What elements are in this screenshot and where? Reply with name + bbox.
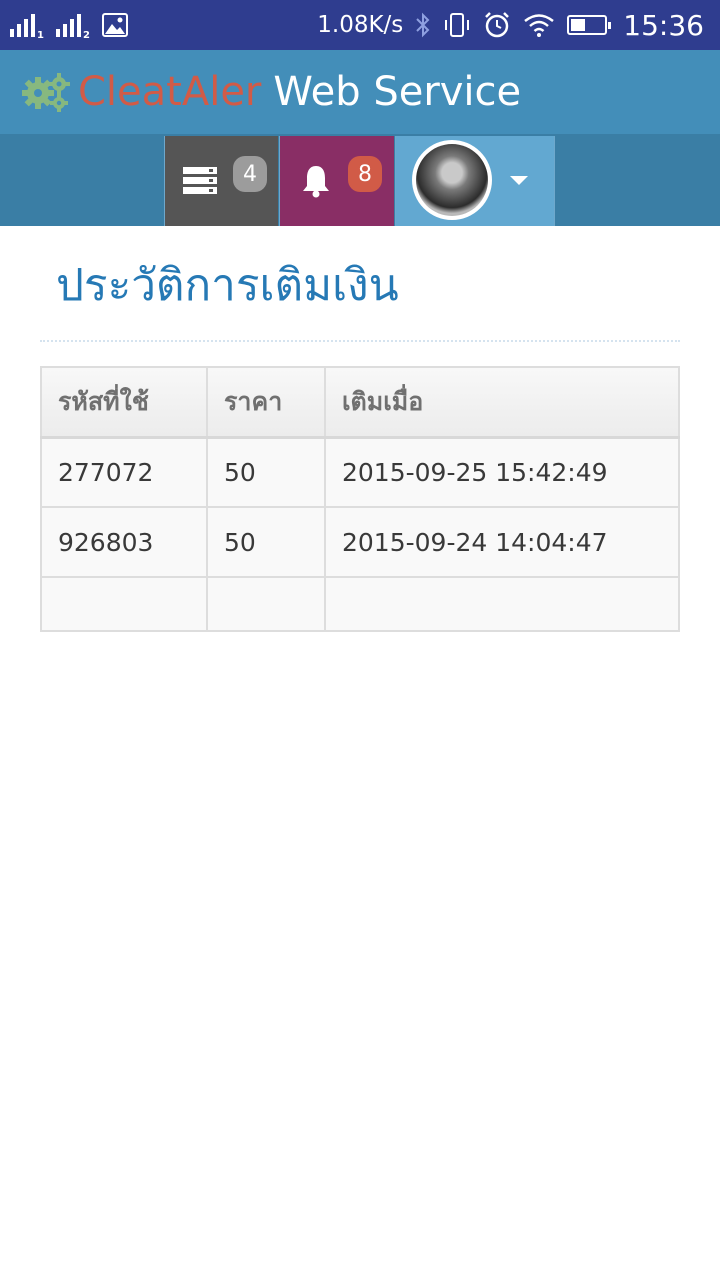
network-speed: 1.08K/s [317, 12, 404, 38]
cell-price: 50 [206, 436, 326, 508]
brand[interactable]: CleatAler Web Service [22, 69, 521, 115]
topup-history-table: รหัสที่ใช้ ราคา เติมเมื่อ 277072 50 2015… [40, 366, 680, 632]
cell-code [40, 576, 208, 632]
column-header-topup-time[interactable]: เติมเมื่อ [324, 366, 680, 439]
tasks-badge: 4 [233, 156, 267, 192]
tasks-button[interactable]: 4 [164, 136, 278, 226]
cell-price: 50 [206, 506, 326, 578]
image-icon [102, 13, 128, 37]
battery-fill [571, 19, 586, 31]
cell-topup-time: 2015-09-25 15:42:49 [324, 436, 680, 508]
table-row: 277072 50 2015-09-25 15:42:49 [40, 436, 680, 508]
navbar: 4 8 [0, 134, 720, 226]
column-header-price[interactable]: ราคา [206, 366, 326, 439]
cell-code: 926803 [40, 506, 208, 578]
signal-icon: 2 [56, 13, 90, 41]
gears-icon [22, 73, 70, 112]
signal-icon: 1 [10, 13, 44, 41]
cell-topup-time [324, 576, 680, 632]
cell-topup-time: 2015-09-24 14:04:47 [324, 506, 680, 578]
status-bar: 1 2 1.08K/s 15:36 [0, 0, 720, 50]
alarm-icon [485, 12, 510, 38]
brand-name: Web Service [273, 69, 522, 115]
avatar [412, 140, 492, 220]
vibrate-icon [445, 13, 470, 37]
table-row [40, 576, 680, 632]
sim1-label: 1 [37, 30, 44, 41]
table-row: 926803 50 2015-09-24 14:04:47 [40, 506, 680, 578]
wifi-icon [524, 14, 555, 37]
table-header-row: รหัสที่ใช้ ราคา เติมเมื่อ [40, 366, 680, 439]
status-bar-left: 1 2 [0, 13, 128, 41]
cell-price [206, 576, 326, 632]
cell-code: 277072 [40, 436, 208, 508]
status-bar-right: 1.08K/s 15:36 [317, 9, 720, 42]
clock: 15:36 [623, 8, 704, 42]
brand-name-accent: CleatAler [78, 69, 262, 115]
avatar-image [416, 144, 488, 216]
user-menu-button[interactable] [395, 136, 555, 226]
sim2-label: 2 [83, 30, 90, 41]
divider [40, 340, 680, 342]
app-header: CleatAler Web Service [0, 50, 720, 134]
column-header-code[interactable]: รหัสที่ใช้ [40, 366, 208, 439]
bluetooth-icon [416, 12, 430, 38]
tasks-icon [183, 167, 217, 194]
caret-down-icon [510, 176, 528, 185]
notifications-badge: 8 [348, 156, 382, 192]
battery-icon [567, 15, 612, 35]
bell-icon [303, 166, 329, 198]
page-title: ประวัติการเติมเงิน [56, 260, 399, 311]
notifications-button[interactable]: 8 [279, 136, 394, 226]
